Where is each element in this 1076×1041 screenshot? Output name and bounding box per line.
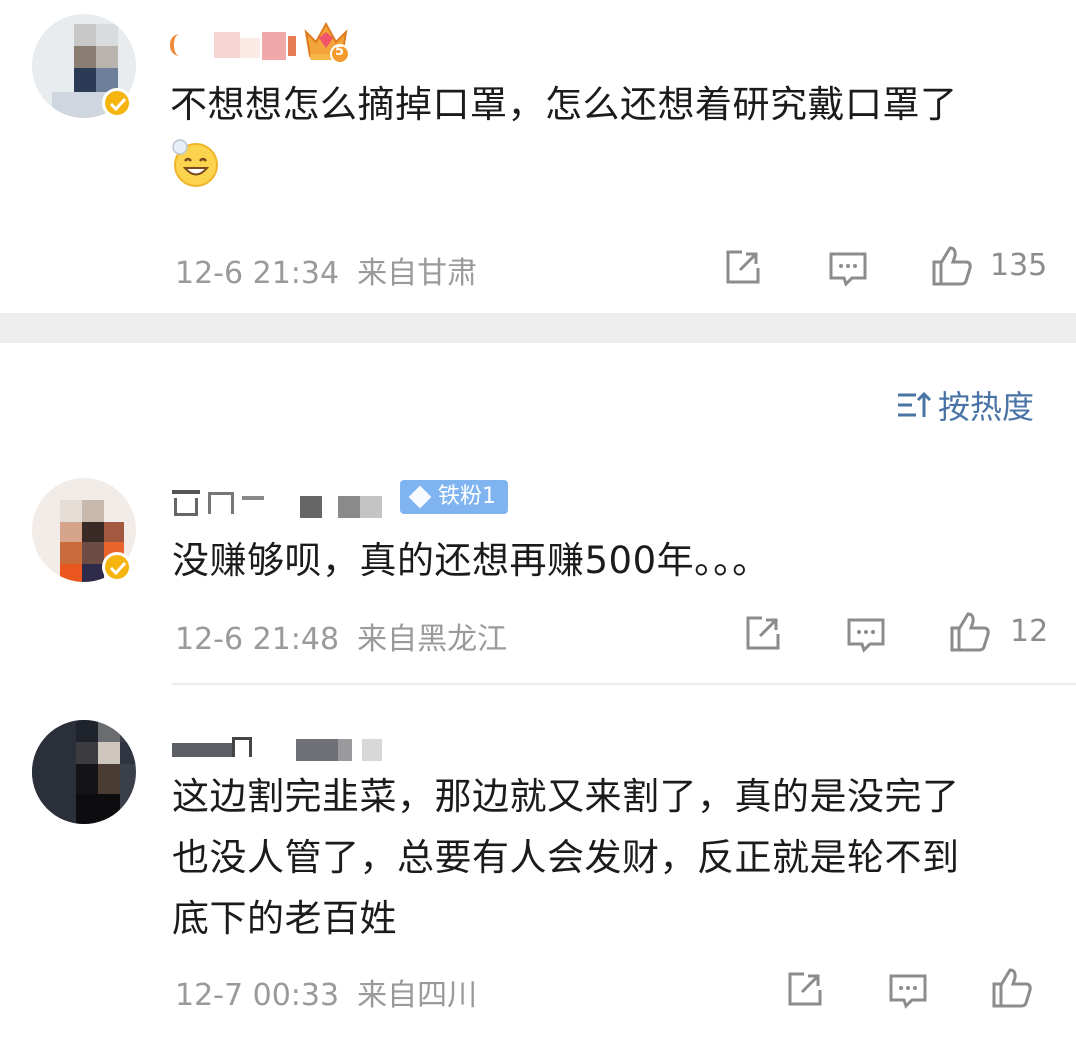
comment-location: 来自黑龙江: [357, 622, 508, 657]
comment-text: 没赚够呗，真的还想再赚500年。。。: [172, 539, 770, 582]
like-count: 12: [1010, 614, 1049, 649]
comment-meta: 12-6 21:34 来自甘肃: [175, 248, 495, 292]
sort-label: 按热度: [938, 388, 1035, 426]
fan-badge: 铁粉1: [400, 480, 508, 514]
crown-level-number: 5: [335, 44, 345, 59]
comment-icon[interactable]: [844, 612, 888, 656]
comment-text: 也没人管了，总要有人会发财，反正就是轮不到: [172, 836, 960, 879]
username[interactable]: [172, 733, 382, 767]
crown-level-icon: 5: [302, 18, 350, 64]
like-count: 135: [990, 248, 1048, 283]
comment-text: 这边割完韭菜，那边就又来割了，真的是没完了: [172, 775, 960, 818]
verified-badge-icon: [102, 88, 132, 118]
comment-text: 不想想怎么摘掉口罩，怎么还想着研究戴口罩了: [170, 83, 958, 126]
comment-time: 12-6 21:34: [175, 256, 340, 291]
username[interactable]: [172, 486, 382, 520]
like-icon[interactable]: [930, 244, 974, 288]
comment-meta: 12-6 21:48 来自黑龙江: [175, 614, 525, 658]
comment-text: 底下的老百姓: [172, 897, 397, 940]
like-icon[interactable]: [990, 966, 1034, 1010]
sort-button[interactable]: 按热度: [896, 382, 1034, 428]
share-icon[interactable]: [782, 968, 826, 1012]
avatar[interactable]: [32, 720, 136, 824]
share-icon[interactable]: [720, 246, 764, 290]
section-divider: [0, 313, 1076, 343]
comment-location: 来自甘肃: [357, 256, 478, 291]
comment-icon[interactable]: [886, 968, 930, 1012]
like-icon[interactable]: [948, 610, 992, 654]
grinning-emoji-icon: [170, 137, 220, 187]
fan-badge-label: 铁粉1: [438, 484, 496, 509]
comment-location: 来自四川: [357, 978, 478, 1013]
verified-badge-icon: [102, 552, 132, 582]
comment-time: 12-6 21:48: [175, 622, 340, 657]
comment-separator: [172, 683, 1076, 685]
comment-meta: 12-7 00:33 来自四川: [175, 970, 495, 1014]
sort-icon: [896, 390, 932, 428]
share-icon[interactable]: [740, 612, 784, 656]
diamond-icon: [408, 485, 432, 509]
username[interactable]: [170, 30, 300, 64]
comment-time: 12-7 00:33: [175, 978, 340, 1013]
comment-icon[interactable]: [826, 246, 870, 290]
